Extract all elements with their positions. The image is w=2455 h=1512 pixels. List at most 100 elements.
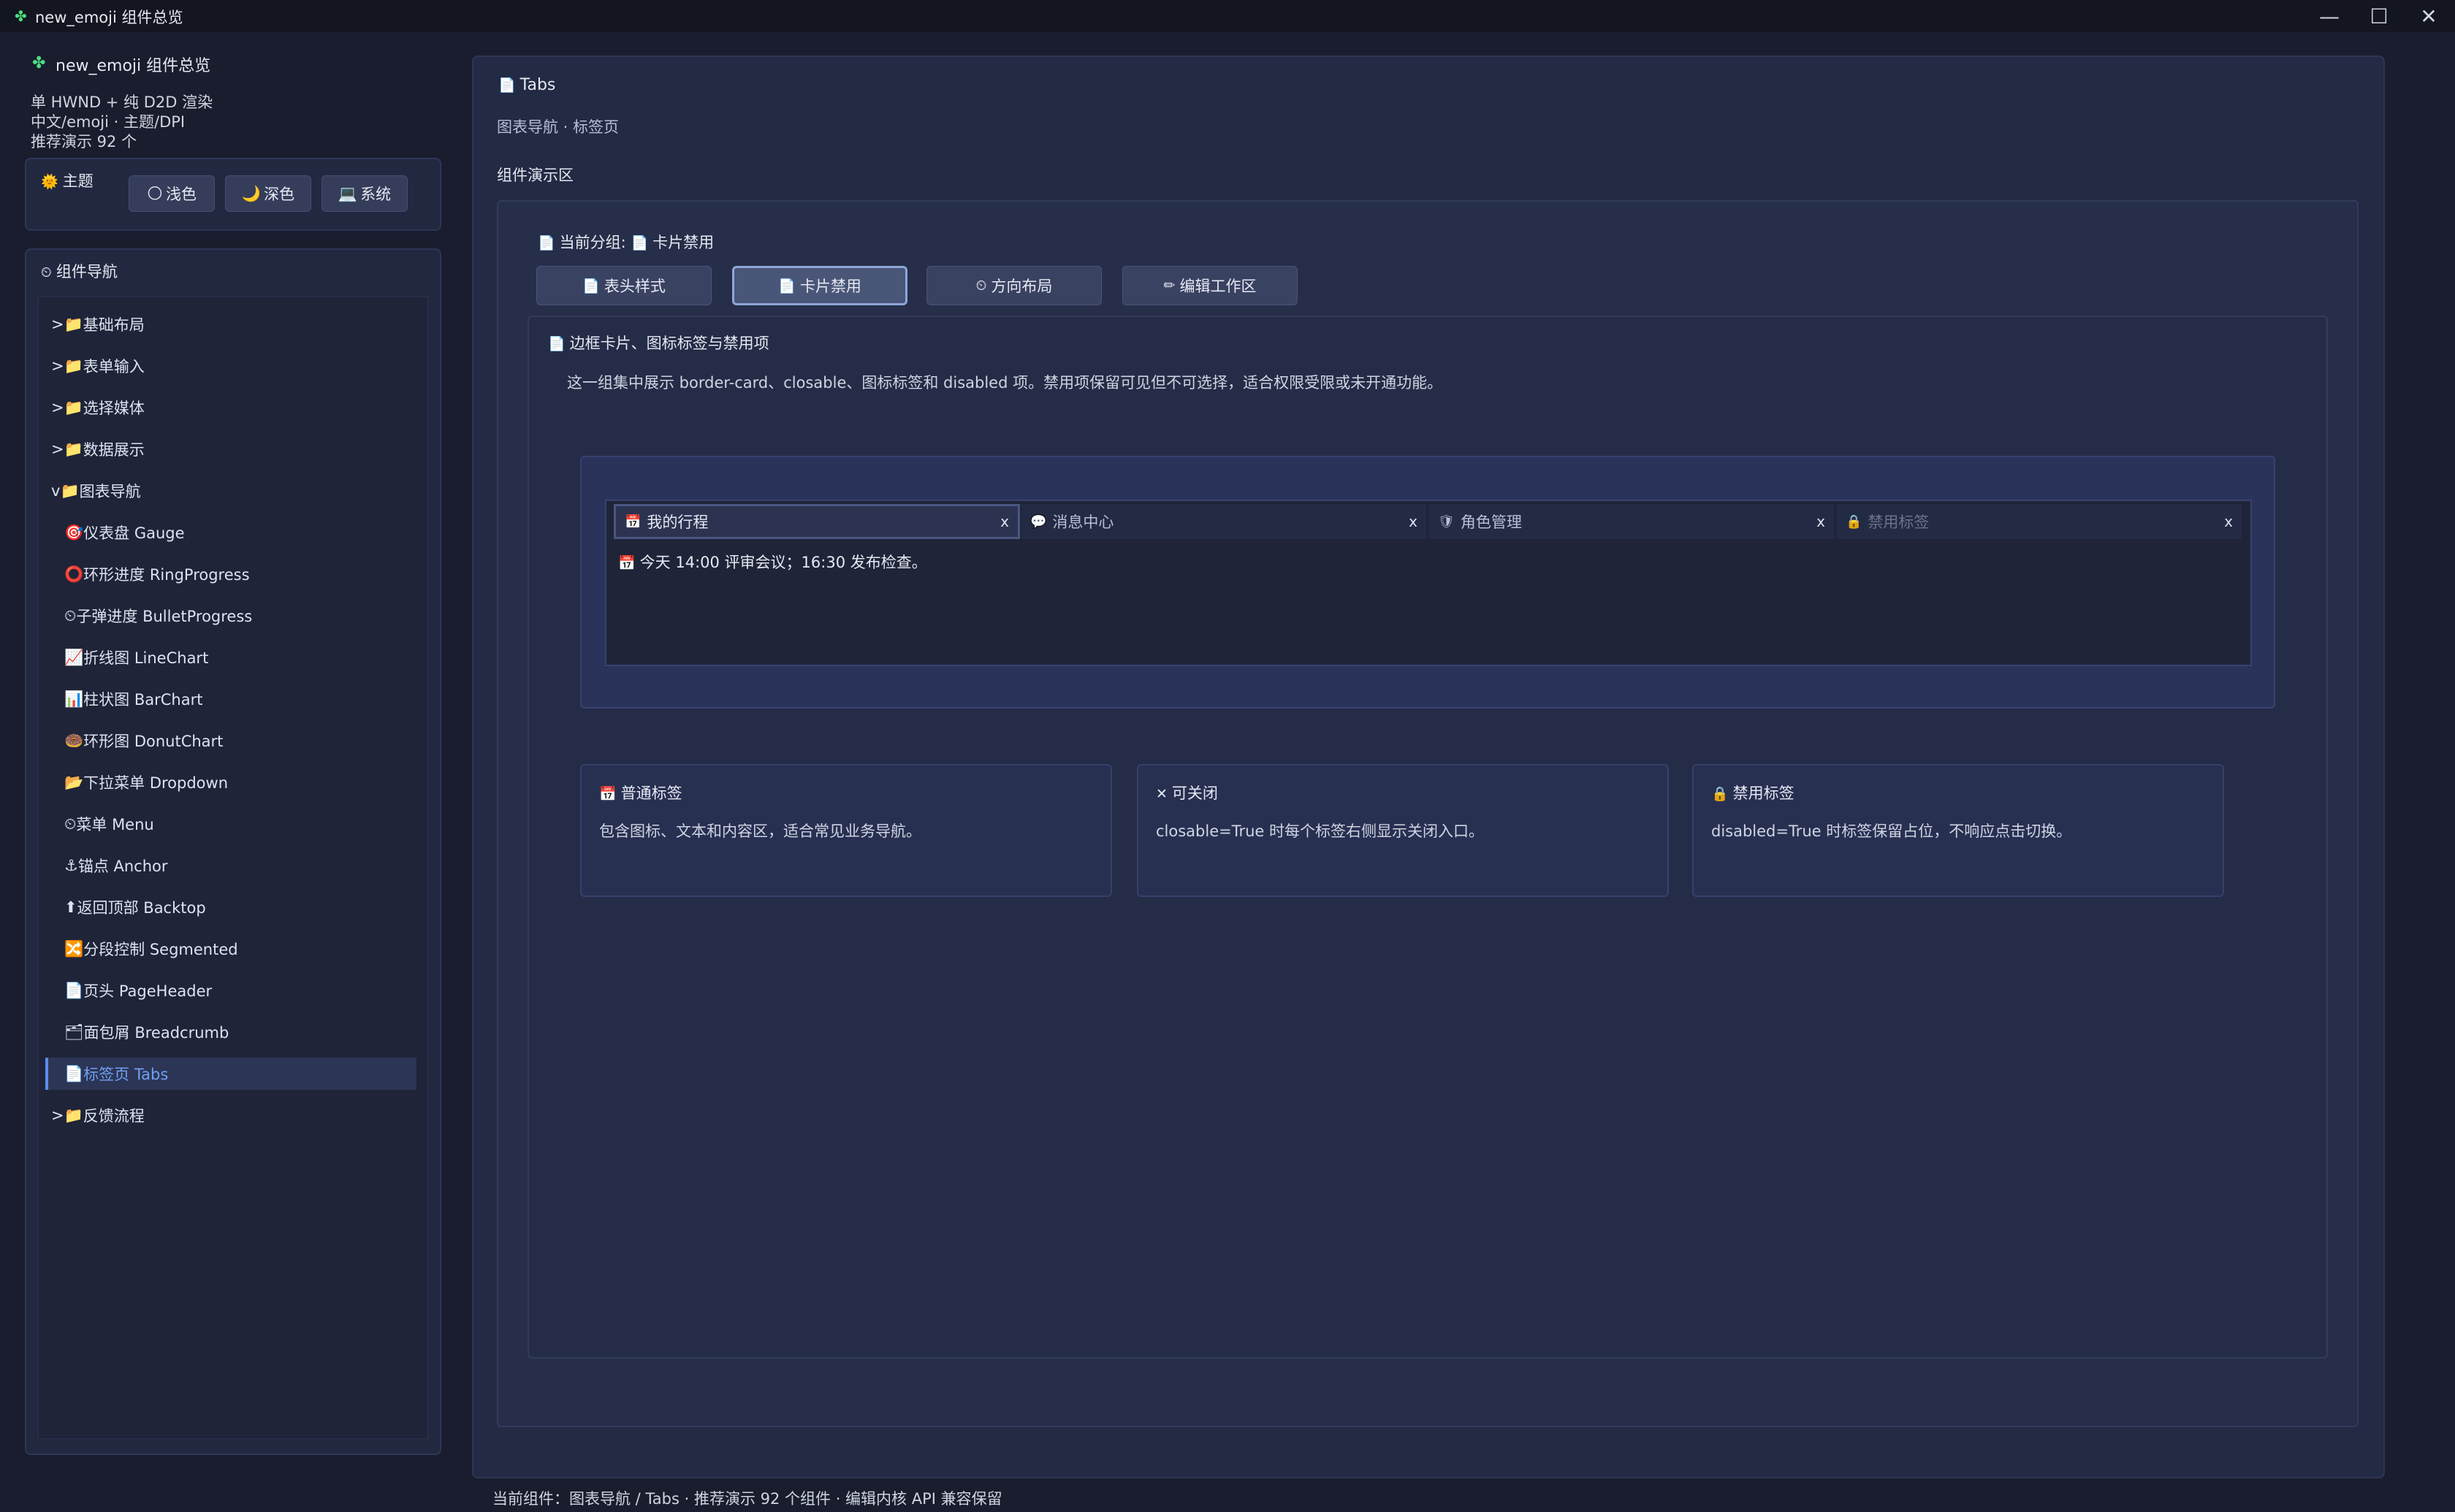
nav-group-form-input[interactable]: > 📁 表单输入	[51, 350, 145, 382]
app-logo-icon: ✤	[32, 54, 46, 72]
nav-item-bullet-progress[interactable]: ⏲ 子弹进度 BulletProgress	[64, 600, 252, 632]
nav-group-select-media[interactable]: > 📁 选择媒体	[51, 392, 145, 424]
folder-open-icon: 📂	[64, 773, 84, 791]
lock-icon: 🔒	[1846, 513, 1862, 530]
tab-message-center[interactable]: 💬 消息中心 x	[1021, 504, 1426, 539]
tab-close-button[interactable]: x	[1409, 513, 1417, 530]
tab-my-schedule[interactable]: 📅 我的行程 x	[614, 504, 1020, 539]
lock-icon: 🔒	[1711, 786, 1729, 802]
calendar-icon: 📅	[618, 555, 636, 571]
current-group-label: 📄 当前分组: 📄 卡片禁用	[538, 234, 715, 251]
timer-icon: ⏲	[64, 814, 77, 833]
nav-item-segmented[interactable]: 🔀 分段控制 Segmented	[64, 933, 238, 965]
segment-header-style[interactable]: 📄 表头样式	[536, 266, 712, 305]
up-arrow-icon: ⬆	[64, 898, 77, 916]
line-chart-icon: 📈	[64, 648, 84, 666]
target-icon: 🎯	[64, 523, 84, 541]
timer-icon: ⏲	[64, 606, 77, 625]
info-card-normal: 📅 普通标签 包含图标、文本和内容区，适合常见业务导航。	[580, 764, 1112, 897]
bar-chart-icon: 📊	[64, 690, 84, 708]
nav-item-donut-chart[interactable]: 🍩 环形图 DonutChart	[64, 725, 223, 757]
info-card-closable: ✕ 可关闭 closable=True 时每个标签右侧显示关闭入口。	[1137, 764, 1669, 897]
tab-disabled: 🔒 禁用标签 x	[1837, 504, 2242, 539]
folder-icon: 📁	[64, 1106, 83, 1124]
bookmark-icon: 📄	[631, 235, 649, 251]
demo-area-label: 组件演示区	[497, 167, 574, 184]
ring-icon: ⭕	[64, 565, 84, 583]
nav-header: ⏲ 组件导航	[41, 263, 118, 280]
folder-icon: 📁	[64, 440, 83, 458]
folder-icon: 📁	[64, 356, 83, 375]
folder-icon: 📁	[64, 398, 83, 416]
sun-icon: 🌕	[147, 185, 163, 202]
folder-icon: 📁	[60, 481, 80, 500]
tab-close-button[interactable]: x	[1816, 513, 1825, 530]
page-icon: 📄	[498, 77, 516, 93]
laptop-icon: 💻	[338, 184, 358, 202]
nav-group-chart-nav[interactable]: v 📁 图表导航	[51, 475, 141, 507]
segment-card-disabled[interactable]: 📄 卡片禁用	[732, 266, 907, 305]
info-line: 单 HWND + 纯 D2D 渲染	[31, 93, 213, 111]
nav-item-tabs[interactable]: 📄 标签页 Tabs	[45, 1058, 416, 1090]
info-line: 推荐演示 92 个	[31, 133, 137, 150]
clock-icon: ⏲	[41, 264, 52, 280]
theme-label: 🌞 主题	[41, 172, 94, 190]
section-title: 📄 边框卡片、图标标签与禁用项	[548, 335, 769, 352]
page-icon: 📄	[582, 278, 600, 294]
nav-group-basic-layout[interactable]: > 📁 基础布局	[51, 308, 145, 340]
bookmark-icon: 📄	[548, 336, 566, 352]
timer-icon: ⏲	[975, 278, 987, 294]
pencil-icon: ✏	[1163, 278, 1176, 294]
status-bar: 当前组件：图表导航 / Tabs · 推荐演示 92 个组件 · 编辑内核 AP…	[492, 1490, 1002, 1508]
theme-system-button[interactable]: 💻 系统	[321, 175, 408, 212]
theme-dark-button[interactable]: 🌙 深色	[225, 175, 311, 212]
nav-item-bar-chart[interactable]: 📊 柱状图 BarChart	[64, 683, 202, 715]
nav-item-backtop[interactable]: ⬆ 返回顶部 Backtop	[64, 891, 206, 923]
nav-item-gauge[interactable]: 🎯 仪表盘 Gauge	[64, 516, 185, 549]
title-bar	[0, 0, 2455, 32]
shuffle-icon: 🔀	[64, 939, 84, 958]
minimize-button[interactable]: —	[2303, 0, 2356, 32]
nav-item-page-header[interactable]: 📄 页头 PageHeader	[64, 974, 212, 1007]
window-title: new_emoji 组件总览	[35, 9, 183, 26]
nav-item-breadcrumb[interactable]: 🗂 面包屑 Breadcrumb	[64, 1016, 229, 1048]
nav-item-dropdown[interactable]: 📂 下拉菜单 Dropdown	[64, 766, 228, 798]
tab-role-management[interactable]: 🛡 角色管理 x	[1429, 504, 1834, 539]
donut-icon: 🍩	[64, 731, 84, 749]
tab-close-button[interactable]: x	[1000, 513, 1009, 530]
page-icon: 📄	[538, 235, 555, 251]
page-icon: 📄	[64, 1064, 84, 1083]
nav-group-feedback-flow[interactable]: > 📁 反馈流程	[51, 1099, 145, 1131]
maximize-button[interactable]: ☐	[2353, 0, 2405, 32]
tab-close-button: x	[2224, 513, 2233, 530]
tab-content: 📅 今天 14:00 评审会议；16:30 发布检查。	[618, 554, 927, 571]
page-icon: 📄	[64, 981, 84, 999]
shield-icon: 🛡	[1438, 513, 1455, 530]
nav-item-menu[interactable]: ⏲ 菜单 Menu	[64, 808, 154, 840]
folder-icon: 📁	[64, 315, 83, 333]
nav-group-data-display[interactable]: > 📁 数据展示	[51, 433, 145, 465]
page-title: 📄 Tabs	[498, 76, 556, 94]
app-logo-icon: ✤	[15, 7, 27, 25]
info-line: 中文/emoji · 主题/DPI	[31, 113, 186, 131]
moon-icon: 🌙	[241, 184, 262, 202]
nav-item-ring-progress[interactable]: ⭕ 环形进度 RingProgress	[64, 558, 250, 590]
theme-light-button[interactable]: 🌕 浅色	[129, 175, 215, 212]
close-icon: ✕	[1156, 786, 1168, 802]
nav-item-line-chart[interactable]: 📈 折线图 LineChart	[64, 641, 208, 673]
theme-icon: 🌞	[41, 174, 58, 190]
card-index-icon: 🗂	[64, 1023, 84, 1041]
page-subtitle: 图表导航 · 标签页	[497, 118, 620, 136]
anchor-icon: ⚓	[64, 857, 78, 874]
close-button[interactable]: ✕	[2402, 0, 2455, 32]
chat-icon: 💬	[1030, 513, 1047, 530]
calendar-icon: 📅	[625, 513, 642, 530]
page-icon: 📄	[778, 278, 796, 294]
segment-edit-workspace[interactable]: ✏ 编辑工作区	[1122, 266, 1298, 305]
section-description: 这一组集中展示 border-card、closable、图标标签和 disab…	[567, 374, 1443, 392]
nav-item-anchor[interactable]: ⚓ 锚点 Anchor	[64, 849, 168, 882]
info-card-disabled: 🔒 禁用标签 disabled=True 时标签保留占位，不响应点击切换。	[1692, 764, 2224, 897]
calendar-icon: 📅	[599, 786, 617, 802]
segment-direction-layout[interactable]: ⏲ 方向布局	[926, 266, 1102, 305]
app-title: new_emoji 组件总览	[56, 57, 211, 75]
